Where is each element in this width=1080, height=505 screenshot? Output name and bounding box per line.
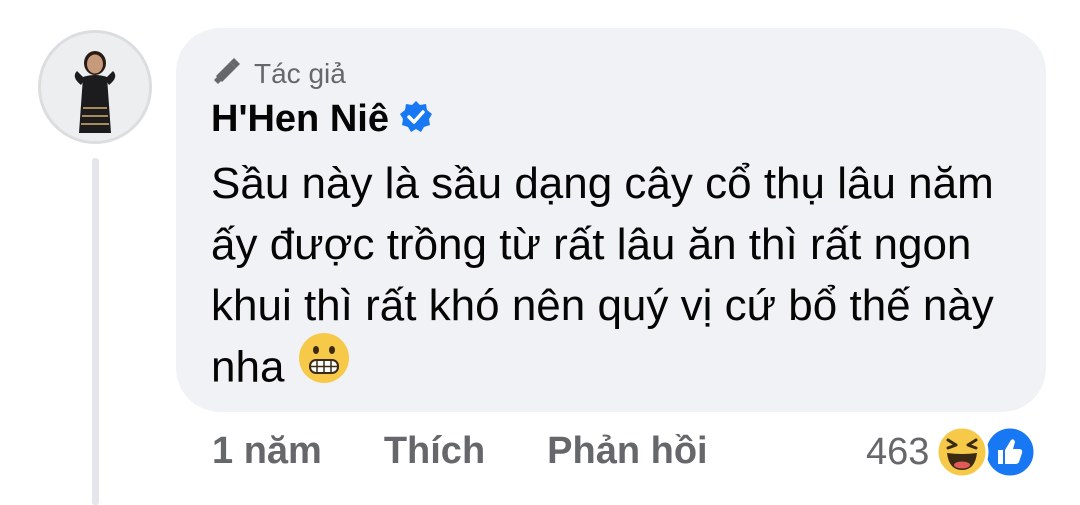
verified-badge-icon (399, 100, 433, 139)
comment-text: Sầu này là sầu dạng cây cổ thụ lâu năm ấ… (211, 153, 1011, 404)
author-badge: Tác giả (210, 54, 346, 93)
author-row: H'Hen Niê (211, 98, 433, 141)
avatar-image (41, 33, 149, 141)
comment-actions: 1 năm Thích Phản hồi (212, 430, 708, 473)
comment-timestamp[interactable]: 1 năm (212, 430, 322, 473)
reaction-summary[interactable]: 463 (866, 425, 1037, 479)
like-button[interactable]: Thích (384, 430, 485, 473)
megaphone-icon (210, 54, 242, 93)
reply-button[interactable]: Phản hồi (547, 430, 707, 473)
grimacing-face-emoji (298, 332, 350, 400)
author-badge-label: Tác giả (254, 57, 346, 89)
comment-container: Tác giả H'Hen Niê Sầu này là sầu dạng câ… (0, 0, 1080, 505)
author-name[interactable]: H'Hen Niê (211, 98, 389, 141)
thread-line (92, 158, 99, 505)
reaction-count: 463 (866, 430, 930, 473)
like-reaction-icon (983, 425, 1037, 484)
avatar[interactable] (38, 30, 152, 144)
reaction-icons (935, 425, 1037, 479)
haha-reaction-icon (935, 425, 989, 484)
